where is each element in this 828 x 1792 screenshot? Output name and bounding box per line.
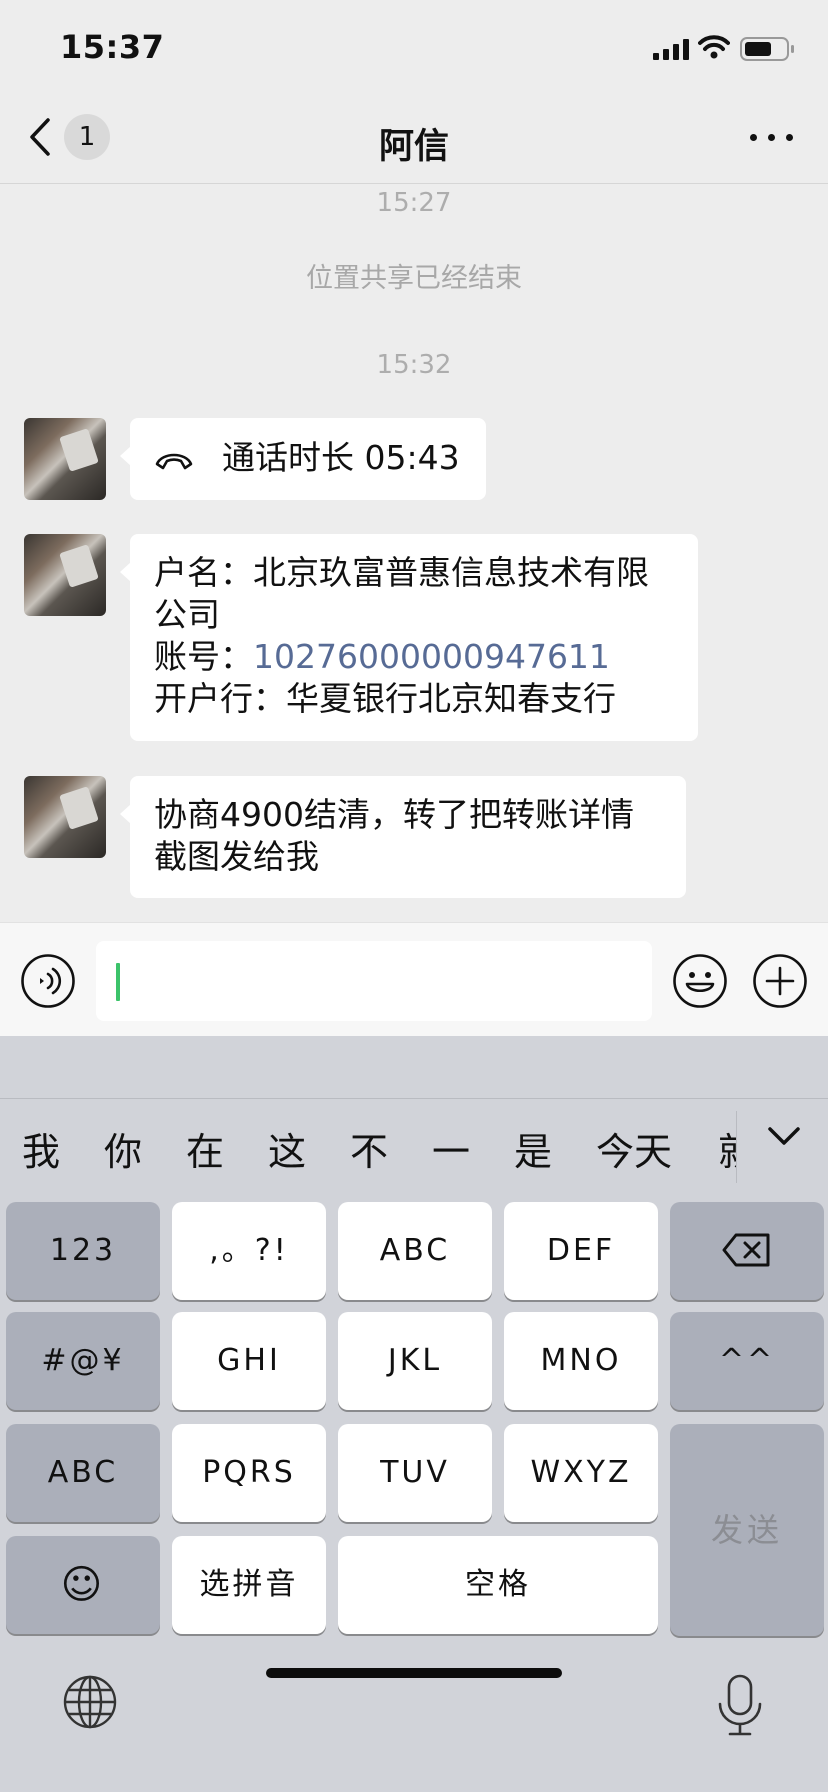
- avatar[interactable]: [24, 534, 106, 616]
- wifi-icon: [698, 35, 730, 59]
- microphone-icon[interactable]: [712, 1674, 768, 1738]
- emoji-icon[interactable]: [672, 953, 728, 1009]
- message-line: 账号：10276000000947611: [154, 636, 674, 678]
- chevron-down-icon[interactable]: [760, 1113, 808, 1161]
- candidate-word[interactable]: 就: [718, 1121, 736, 1176]
- call-duration: 通话时长 05:43: [222, 438, 460, 477]
- home-indicator[interactable]: [266, 1668, 562, 1678]
- globe-icon[interactable]: [62, 1674, 118, 1730]
- message-bubble[interactable]: 协商4900结清，转了把转账详情 截图发给我: [120, 776, 686, 898]
- key-mno[interactable]: MNO: [504, 1312, 658, 1410]
- message-line: 公司: [154, 595, 220, 634]
- key-jkl[interactable]: JKL: [338, 1312, 492, 1410]
- key-punctuation[interactable]: ,。?!: [172, 1202, 326, 1300]
- candidate-word[interactable]: 在: [186, 1121, 224, 1176]
- space-key[interactable]: 空格: [338, 1536, 658, 1634]
- system-note: 位置共享已经结束: [306, 263, 522, 294]
- key-abc[interactable]: ABC: [338, 1202, 492, 1300]
- key-symbols[interactable]: #@¥: [6, 1312, 160, 1410]
- delete-key[interactable]: [670, 1202, 824, 1300]
- call-record-bubble[interactable]: 通话时长 05:43: [120, 418, 486, 500]
- key-select-pinyin[interactable]: 选拼音: [172, 1536, 326, 1634]
- keyboard: 我 你 在 这 不 一 是 今天 就 123 ,。?! ABC DEF #@¥ …: [0, 1036, 828, 1792]
- emoji-key[interactable]: ☺: [6, 1536, 160, 1634]
- key-123[interactable]: 123: [6, 1202, 160, 1300]
- avatar[interactable]: [24, 776, 106, 858]
- key-wxyz[interactable]: WXYZ: [504, 1424, 658, 1522]
- message-bubble[interactable]: 户名：北京玖富普惠信息技术有限 公司 账号：10276000000947611 …: [120, 534, 698, 741]
- message-line: 户名：北京玖富普惠信息技术有限: [154, 553, 649, 592]
- candidate-word[interactable]: 我: [22, 1121, 60, 1176]
- unread-badge: 1: [64, 114, 110, 160]
- signal-icon: [653, 39, 689, 60]
- avatar[interactable]: [24, 418, 106, 500]
- candidate-word[interactable]: 是: [514, 1121, 552, 1176]
- candidate-bar: 我 你 在 这 不 一 是 今天 就: [0, 1099, 828, 1189]
- send-key[interactable]: 发送: [670, 1424, 824, 1636]
- key-emoticon[interactable]: ^^: [670, 1312, 824, 1410]
- text-cursor: [116, 963, 120, 1001]
- candidate-word[interactable]: 今天: [596, 1121, 672, 1176]
- key-def[interactable]: DEF: [504, 1202, 658, 1300]
- key-tuv[interactable]: TUV: [338, 1424, 492, 1522]
- more-icon-dot: [768, 134, 775, 141]
- more-button[interactable]: [748, 128, 796, 148]
- account-label: 账号：: [154, 637, 253, 676]
- key-ghi[interactable]: GHI: [172, 1312, 326, 1410]
- more-icon: [750, 134, 757, 141]
- candidate-word[interactable]: 一: [432, 1121, 470, 1176]
- more-icon-dot: [786, 134, 793, 141]
- timestamp: 15:27: [376, 188, 452, 218]
- account-number-link[interactable]: 10276000000947611: [253, 637, 610, 676]
- message-line: 截图发给我: [154, 837, 319, 876]
- status-time: 15:37: [60, 28, 165, 66]
- key-alphabet[interactable]: ABC: [6, 1424, 160, 1522]
- message-line: 开户行：华夏银行北京知春支行: [154, 679, 616, 718]
- message-input[interactable]: [96, 941, 652, 1021]
- message-line: 协商4900结清，转了把转账详情: [154, 795, 634, 834]
- chevron-left-icon: [30, 118, 50, 156]
- phone-hangup-icon: [155, 453, 193, 470]
- key-pqrs[interactable]: PQRS: [172, 1424, 326, 1522]
- backspace-icon: [722, 1233, 770, 1267]
- plus-circle-icon[interactable]: [752, 953, 808, 1009]
- candidate-word[interactable]: 不: [350, 1121, 388, 1176]
- timestamp: 15:32: [376, 350, 452, 380]
- candidate-word[interactable]: 这: [268, 1121, 306, 1176]
- battery-icon: [740, 37, 794, 61]
- divider: [736, 1111, 737, 1183]
- voice-icon[interactable]: [20, 953, 76, 1009]
- input-bar: [0, 922, 828, 1036]
- back-button[interactable]: 1: [26, 114, 126, 166]
- nav-bar: 1 阿信: [0, 92, 828, 184]
- candidate-word[interactable]: 你: [104, 1121, 142, 1176]
